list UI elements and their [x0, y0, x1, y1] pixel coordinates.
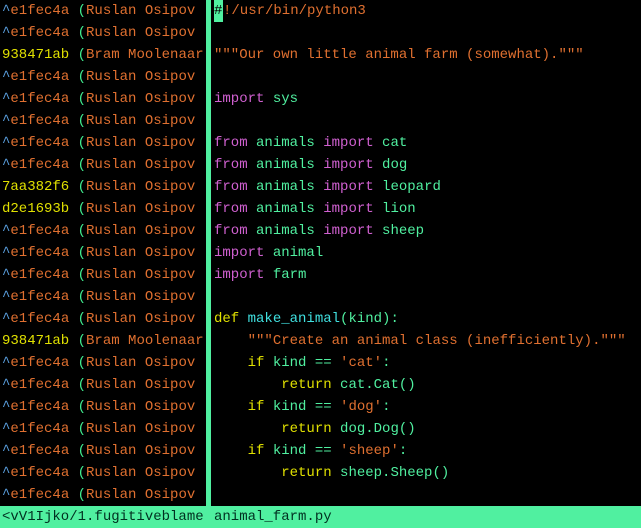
code-line[interactable]: """Create an animal class (inefficiently… — [214, 330, 641, 352]
blame-line[interactable]: ^e1fec4a (Ruslan Osipov — [2, 352, 205, 374]
code-line[interactable]: import farm — [214, 264, 641, 286]
status-left: <vV1Ijko/1.fugitiveblame — [2, 506, 214, 528]
blame-line[interactable]: ^e1fec4a (Ruslan Osipov — [2, 110, 205, 132]
blame-line[interactable]: ^e1fec4a (Ruslan Osipov — [2, 286, 205, 308]
code-line[interactable]: def make_animal(kind): — [214, 308, 641, 330]
blame-line[interactable]: ^e1fec4a (Ruslan Osipov — [2, 88, 205, 110]
blame-line[interactable]: ^e1fec4a (Ruslan Osipov — [2, 462, 205, 484]
code-line[interactable]: from animals import cat — [214, 132, 641, 154]
code-line[interactable]: return sheep.Sheep() — [214, 462, 641, 484]
blame-line[interactable]: ^e1fec4a (Ruslan Osipov — [2, 308, 205, 330]
code-line[interactable]: from animals import sheep — [214, 220, 641, 242]
code-line[interactable] — [214, 286, 641, 308]
blame-line[interactable]: ^e1fec4a (Ruslan Osipov — [2, 132, 205, 154]
blame-line[interactable]: 938471ab (Bram Moolenaar — [2, 44, 205, 66]
blame-line[interactable]: ^e1fec4a (Ruslan Osipov — [2, 374, 205, 396]
code-line[interactable]: if kind == 'dog': — [214, 396, 641, 418]
blame-line[interactable]: ^e1fec4a (Ruslan Osipov — [2, 242, 205, 264]
code-line[interactable]: """Our own little animal farm (somewhat)… — [214, 44, 641, 66]
code-pane[interactable]: #!/usr/bin/python3 """Our own little ani… — [212, 0, 641, 506]
blame-line[interactable]: ^e1fec4a (Ruslan Osipov — [2, 396, 205, 418]
code-line[interactable] — [214, 66, 641, 88]
blame-line[interactable]: ^e1fec4a (Ruslan Osipov — [2, 154, 205, 176]
status-bar: <vV1Ijko/1.fugitiveblame animal_farm.py — [0, 506, 641, 528]
blame-line[interactable]: 938471ab (Bram Moolenaar — [2, 330, 205, 352]
code-line[interactable]: import animal — [214, 242, 641, 264]
blame-line[interactable]: ^e1fec4a (Ruslan Osipov — [2, 66, 205, 88]
blame-line[interactable]: 7aa382f6 (Ruslan Osipov — [2, 176, 205, 198]
blame-line[interactable]: ^e1fec4a (Ruslan Osipov — [2, 418, 205, 440]
blame-line[interactable]: ^e1fec4a (Ruslan Osipov — [2, 22, 205, 44]
status-right: animal_farm.py — [214, 506, 641, 528]
code-line[interactable]: from animals import lion — [214, 198, 641, 220]
code-line[interactable]: #!/usr/bin/python3 — [214, 0, 641, 22]
blame-pane[interactable]: ^e1fec4a (Ruslan Osipov^e1fec4a (Ruslan … — [0, 0, 205, 506]
blame-line[interactable]: ^e1fec4a (Ruslan Osipov — [2, 220, 205, 242]
code-line[interactable] — [214, 110, 641, 132]
code-line[interactable]: import sys — [214, 88, 641, 110]
split-gutter[interactable] — [205, 0, 212, 506]
code-line[interactable]: from animals import leopard — [214, 176, 641, 198]
cursor: # — [214, 0, 223, 22]
code-line[interactable]: if kind == 'cat': — [214, 352, 641, 374]
code-line[interactable]: if kind == 'sheep': — [214, 440, 641, 462]
blame-line[interactable]: ^e1fec4a (Ruslan Osipov — [2, 264, 205, 286]
editor-area[interactable]: ^e1fec4a (Ruslan Osipov^e1fec4a (Ruslan … — [0, 0, 641, 506]
code-line[interactable]: from animals import dog — [214, 154, 641, 176]
code-line[interactable] — [214, 22, 641, 44]
blame-line[interactable]: ^e1fec4a (Ruslan Osipov — [2, 440, 205, 462]
code-line[interactable]: return dog.Dog() — [214, 418, 641, 440]
blame-line[interactable]: d2e1693b (Ruslan Osipov — [2, 198, 205, 220]
code-line[interactable]: return cat.Cat() — [214, 374, 641, 396]
blame-line[interactable]: ^e1fec4a (Ruslan Osipov — [2, 484, 205, 506]
blame-line[interactable]: ^e1fec4a (Ruslan Osipov — [2, 0, 205, 22]
